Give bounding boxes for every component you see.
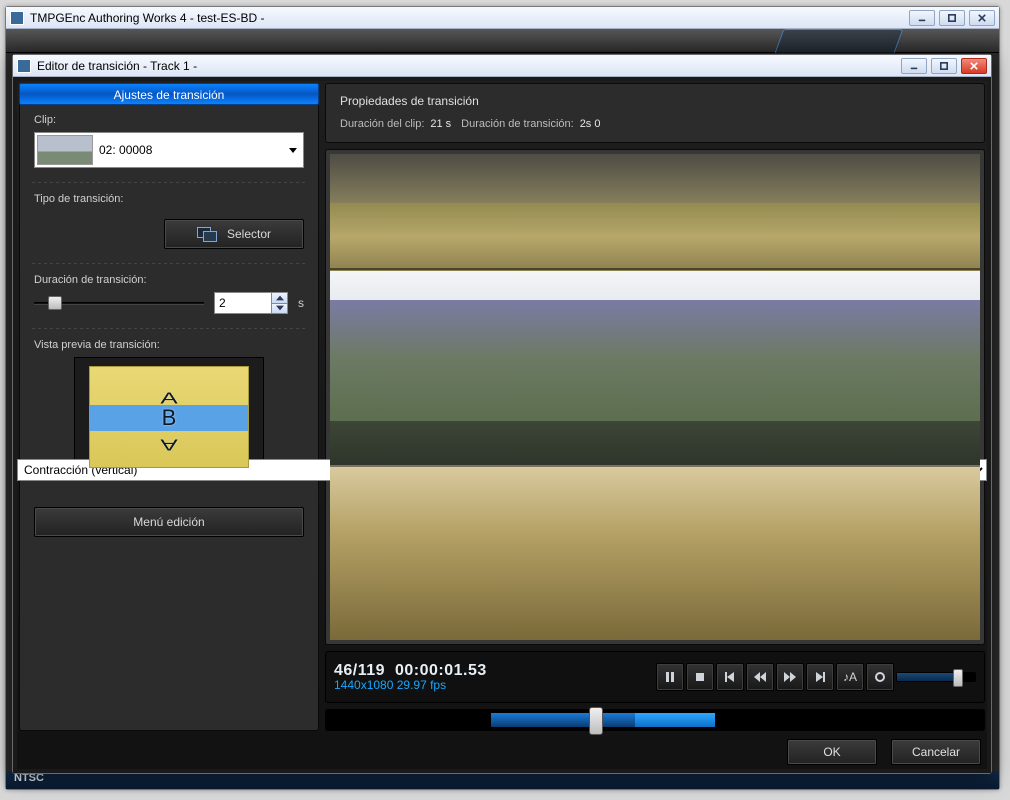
transition-editor-window: Editor de transición - Track 1 - Ajustes… [12,54,992,774]
transition-duration-prop-value: 2s 0 [580,118,601,130]
edit-menu-button[interactable]: Menú edición [34,507,304,537]
duration-step-down[interactable] [272,304,287,314]
video-preview-panel [325,149,985,645]
app-icon [10,11,24,25]
properties-title: Propiedades de transición [340,94,970,108]
transition-duration-label: Duración de transición: [34,274,304,286]
frame-counter: 46/119 [334,662,385,679]
step-back-button[interactable] [716,663,744,691]
duration-slider[interactable] [34,294,204,312]
editor-titlebar[interactable]: Editor de transición - Track 1 - [13,55,991,77]
editor-app-icon [17,59,31,73]
selector-button[interactable]: Selector [164,219,304,249]
clip-label: Clip: [34,114,304,126]
main-maximize-button[interactable] [939,10,965,26]
transport-bar: 46/119 00:00:01.53 1440x1080 29.97 fps ♪… [325,651,985,703]
main-close-button[interactable] [969,10,995,26]
duration-input[interactable] [215,293,271,313]
duration-spinbox[interactable] [214,292,288,314]
cancel-button[interactable]: Cancelar [891,739,981,765]
step-forward-button[interactable] [806,663,834,691]
transition-settings-panel: Ajustes de transición Clip: 02: 00008 Ti… [19,83,319,731]
chevron-down-icon [289,148,297,153]
editor-close-button[interactable] [961,58,987,74]
editor-maximize-button[interactable] [931,58,957,74]
transition-duration-prop-label: Duración de transición: [461,118,574,130]
ok-button[interactable]: OK [787,739,877,765]
stage-tab[interactable] [775,29,904,53]
editor-window-title: Editor de transición - Track 1 - [37,59,901,73]
selector-button-label: Selector [227,227,271,241]
duration-step-up[interactable] [272,293,287,304]
timeline-scrubber[interactable] [325,709,985,731]
video-format: 1440x1080 29.97 fps [334,679,487,692]
audio-track-button[interactable]: ♪A [836,663,864,691]
settings-panel-header: Ajustes de transición [19,83,319,105]
transition-type-label: Tipo de transición: [34,193,304,205]
rewind-button[interactable] [746,663,774,691]
main-toolstrip [6,29,999,53]
video-preview-canvas[interactable] [330,154,980,640]
transition-preview-label: Vista previa de transición: [34,339,304,351]
main-titlebar[interactable]: TMPGEnc Authoring Works 4 - test-ES-BD - [6,7,999,29]
clip-dropdown[interactable]: 02: 00008 [34,132,304,168]
edit-menu-button-label: Menú edición [133,515,204,529]
transition-properties-panel: Propiedades de transición Duración del c… [325,83,985,143]
clip-duration-value: 21 s [430,118,451,130]
main-window-title: TMPGEnc Authoring Works 4 - test-ES-BD - [30,11,909,25]
transition-preview: A B A [74,357,264,477]
stop-button[interactable] [686,663,714,691]
loop-button[interactable] [866,663,894,691]
clip-name: 02: 00008 [99,143,152,157]
main-minimize-button[interactable] [909,10,935,26]
clip-duration-label: Duración del clip: [340,118,424,130]
duration-unit: s [298,296,304,310]
fast-forward-button[interactable] [776,663,804,691]
volume-slider[interactable] [896,672,976,682]
editor-minimize-button[interactable] [901,58,927,74]
timeline-playhead[interactable] [589,707,603,735]
selector-icon [197,227,217,241]
timecode: 00:00:01.53 [395,662,487,679]
clip-thumbnail [37,135,93,165]
pause-button[interactable] [656,663,684,691]
